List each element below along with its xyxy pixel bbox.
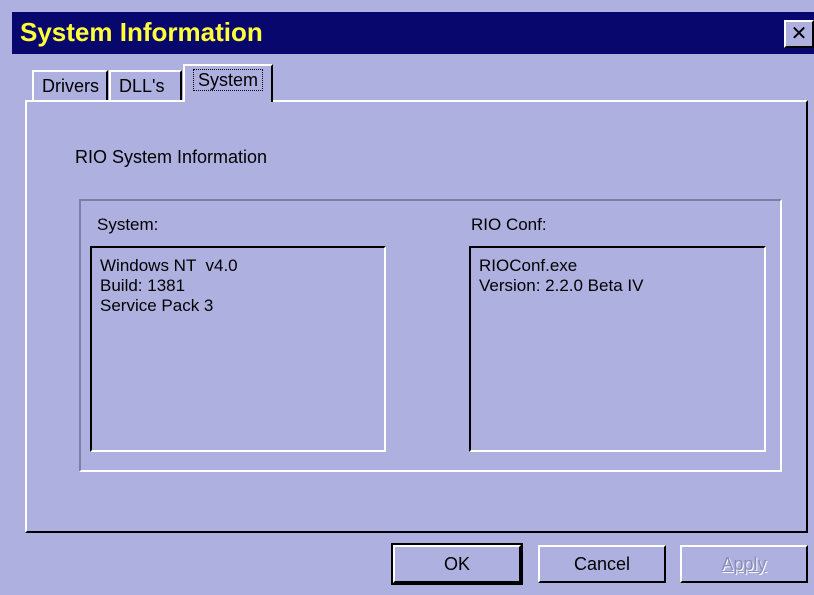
system-line: Service Pack 3 xyxy=(100,296,214,315)
system-label: System: xyxy=(97,215,159,234)
section-heading: RIO System Information xyxy=(75,147,268,167)
tab-label: DLL's xyxy=(119,76,165,96)
system-info-box[interactable]: Windows NT v4.0 Build: 1381 Service Pack… xyxy=(90,246,386,452)
window-title: System Information xyxy=(20,17,263,47)
system-line: Windows NT v4.0 xyxy=(100,256,238,275)
rio-conf-line: Version: 2.2.0 Beta IV xyxy=(479,276,644,295)
tab-system[interactable]: System xyxy=(183,64,273,102)
ok-button[interactable]: OK xyxy=(391,543,523,585)
tab-dlls[interactable]: DLL's xyxy=(109,70,182,100)
apply-button[interactable]: Apply xyxy=(680,545,808,583)
tab-label: Drivers xyxy=(42,76,99,96)
rio-conf-info-box[interactable]: RIOConf.exe Version: 2.2.0 Beta IV xyxy=(469,246,766,452)
title-bar: System Information ✕ xyxy=(12,12,814,54)
rio-conf-label: RIO Conf: xyxy=(471,215,547,234)
rio-conf-line: RIOConf.exe xyxy=(479,256,578,275)
cancel-button[interactable]: Cancel xyxy=(538,545,666,583)
close-icon: ✕ xyxy=(790,23,808,45)
tab-label: System xyxy=(193,69,264,91)
tab-drivers[interactable]: Drivers xyxy=(32,70,108,100)
system-line: Build: 1381 xyxy=(100,276,186,295)
close-button[interactable]: ✕ xyxy=(784,20,814,48)
